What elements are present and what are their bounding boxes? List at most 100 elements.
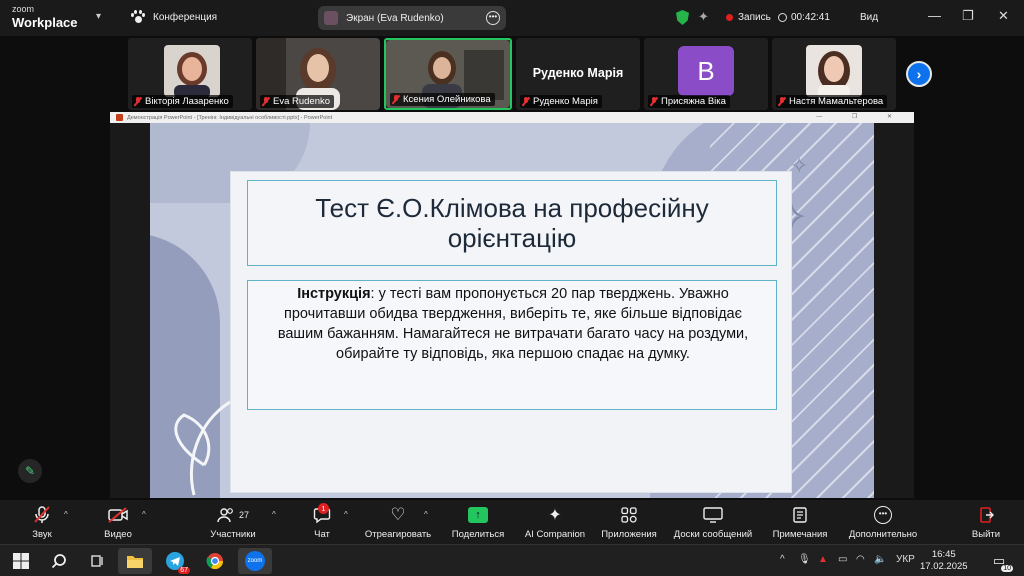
tray-chevron-icon[interactable]: ^ [780, 554, 785, 565]
participant-label: Ксения Олейникова [390, 93, 495, 106]
meeting-timer: 00:42:41 [778, 12, 830, 23]
powerpoint-titlebar: Демонстрація PowerPoint - [Тренінг. Інди… [110, 112, 914, 123]
audio-options-chevron-icon[interactable]: ^ [64, 510, 68, 519]
video-options-chevron-icon[interactable]: ^ [142, 510, 146, 519]
presentation-slide: ✧ ✧ Тест Є.О.Клімова на професійну орієн… [150, 123, 874, 498]
share-button[interactable]: ↑ Поделиться [450, 504, 506, 540]
slide-instruction: Інструкція: у тесті вам пропонується 20 … [262, 284, 764, 364]
participants-button[interactable]: 27 Участники [204, 504, 262, 540]
participant-tile[interactable]: B Присяжна Віка [644, 38, 768, 110]
notes-button[interactable]: Примечания [768, 504, 832, 540]
participant-tile-active-speaker[interactable]: Ксения Олейникова [384, 38, 512, 110]
tray-mic-icon[interactable]: 🎙 [798, 554, 811, 565]
ai-sparkle-icon: ✦ [548, 507, 562, 524]
zoom-workplace-logo[interactable]: zoom Workplace [12, 4, 78, 30]
mic-muted-icon [778, 97, 786, 106]
video-off-icon [108, 507, 128, 523]
mic-muted-icon [392, 95, 400, 104]
screen-share-pill[interactable]: Экран (Eva Rudenko) ••• [318, 6, 506, 30]
more-options-icon: ••• [874, 506, 892, 524]
participant-tile[interactable]: Руденко Марія Руденко Марія [516, 38, 640, 110]
share-screen-icon: ↑ [468, 507, 488, 523]
zoom-taskbar-icon[interactable]: zoom [238, 548, 272, 574]
participant-label: Настя Мамальтерова [776, 95, 888, 108]
recording-indicator[interactable]: Запись [726, 12, 771, 23]
chevron-down-icon[interactable]: ▾ [96, 11, 101, 22]
mic-muted-icon [650, 97, 658, 106]
tray-battery-icon[interactable]: ▭ [838, 554, 847, 565]
paw-icon [131, 10, 145, 24]
participant-tile[interactable]: Вікторія Лазаренко [128, 38, 252, 110]
chat-badge: 1 [318, 503, 329, 514]
mic-muted-icon [34, 506, 50, 523]
participant-tile[interactable]: Eva Rudenko [256, 38, 380, 110]
clock-date: 17.02.2025 [920, 561, 968, 572]
react-options-chevron-icon[interactable]: ^ [424, 510, 428, 519]
whiteboards-button[interactable]: Доски сообщений [670, 504, 756, 540]
telegram-icon[interactable]: 67 [158, 548, 192, 574]
annotate-pen-icon[interactable]: ✎ [18, 459, 42, 483]
tray-wifi-icon[interactable]: ◠ [856, 554, 865, 565]
windows-taskbar: 67 zoom ^ 🎙 ▲ ▭ ◠ 🔈 УКР 16:45 17.02.2025… [0, 544, 1024, 576]
notes-icon [793, 507, 807, 523]
participants-count: 27 [238, 510, 249, 520]
view-button[interactable]: Вид [860, 12, 878, 23]
powerpoint-window-controls: — ❐ ✕ [816, 114, 906, 120]
slide-instruction-box: Інструкція: у тесті вам пропонується 20 … [247, 280, 777, 410]
clock-time: 16:45 [931, 549, 956, 560]
screen-share-label: Экран (Eva Rudenko) [346, 12, 444, 24]
whiteboard-icon [703, 507, 723, 523]
tray-app-icon[interactable]: ▲ [818, 554, 828, 565]
more-button[interactable]: ••• Дополнительно [842, 504, 924, 540]
start-windows-icon[interactable] [4, 548, 38, 574]
chat-options-chevron-icon[interactable]: ^ [344, 510, 348, 519]
ai-companion-button[interactable]: ✦ AI Companion [522, 504, 588, 540]
top-bar: zoom Workplace ▾ Конференция Экран (Eva … [0, 0, 1024, 36]
close-icon[interactable]: ✕ [998, 8, 1009, 24]
participant-tile[interactable]: Настя Мамальтерова [772, 38, 896, 110]
participant-avatar: B [678, 46, 734, 96]
apps-button[interactable]: Приложения [598, 504, 660, 540]
meeting-info-button[interactable]: Конференция [131, 10, 217, 24]
clock-icon [778, 13, 787, 22]
chrome-icon[interactable] [198, 548, 232, 574]
slide-content-card: Тест Є.О.Клімова на професійну орієнтаці… [230, 171, 792, 493]
ai-sparkle-icon[interactable]: ✦ [698, 9, 709, 25]
notifications-badge: 10 [1001, 565, 1013, 572]
participant-strip: Вікторія Лазаренко Eva Rudenko Ксения Ол… [128, 38, 896, 110]
participant-label: Eva Rudenko [260, 95, 335, 108]
meeting-label: Конференция [153, 11, 218, 23]
system-clock[interactable]: 16:45 17.02.2025 [920, 549, 968, 573]
heart-icon: ♡ [390, 505, 406, 524]
leave-button[interactable]: Выйти [964, 504, 1008, 540]
audio-button[interactable]: Звук [24, 504, 60, 540]
chat-button[interactable]: 1 Чат [306, 503, 338, 540]
mic-muted-icon [262, 97, 270, 106]
video-button[interactable]: Видео [98, 504, 138, 540]
more-options-icon[interactable]: ••• [486, 11, 500, 25]
brand-small: zoom [12, 4, 35, 14]
file-explorer-icon[interactable] [118, 548, 152, 574]
restore-icon[interactable]: ❐ [962, 8, 974, 24]
minimize-icon[interactable]: — [928, 8, 941, 23]
slide-title-box: Тест Є.О.Клімова на професійну орієнтаці… [247, 180, 777, 266]
security-shield-icon[interactable] [676, 10, 689, 25]
slide-title: Тест Є.О.Клімова на професійну орієнтаці… [315, 193, 709, 253]
timer-value: 00:42:41 [791, 12, 830, 23]
participants-options-chevron-icon[interactable]: ^ [272, 510, 276, 519]
participant-label: Присяжна Віка [648, 95, 730, 108]
apps-grid-icon [621, 507, 637, 523]
shared-screen: Демонстрація PowerPoint - [Тренінг. Інди… [110, 112, 914, 498]
notifications-icon[interactable]: ▭ 10 [982, 548, 1016, 574]
leave-door-icon [980, 507, 994, 523]
participant-big-name: Руденко Марія [532, 66, 624, 80]
search-icon[interactable] [42, 548, 76, 574]
telegram-badge: 67 [178, 567, 190, 574]
powerpoint-window-title: Демонстрація PowerPoint - [Тренінг. Інди… [127, 114, 333, 121]
next-page-arrow-icon[interactable]: › [906, 61, 932, 87]
task-view-icon[interactable] [80, 548, 114, 574]
recording-label: Запись [738, 12, 771, 23]
tray-volume-icon[interactable]: 🔈 [874, 554, 886, 565]
recording-dot-icon [726, 14, 733, 21]
language-indicator[interactable]: УКР [896, 554, 915, 565]
